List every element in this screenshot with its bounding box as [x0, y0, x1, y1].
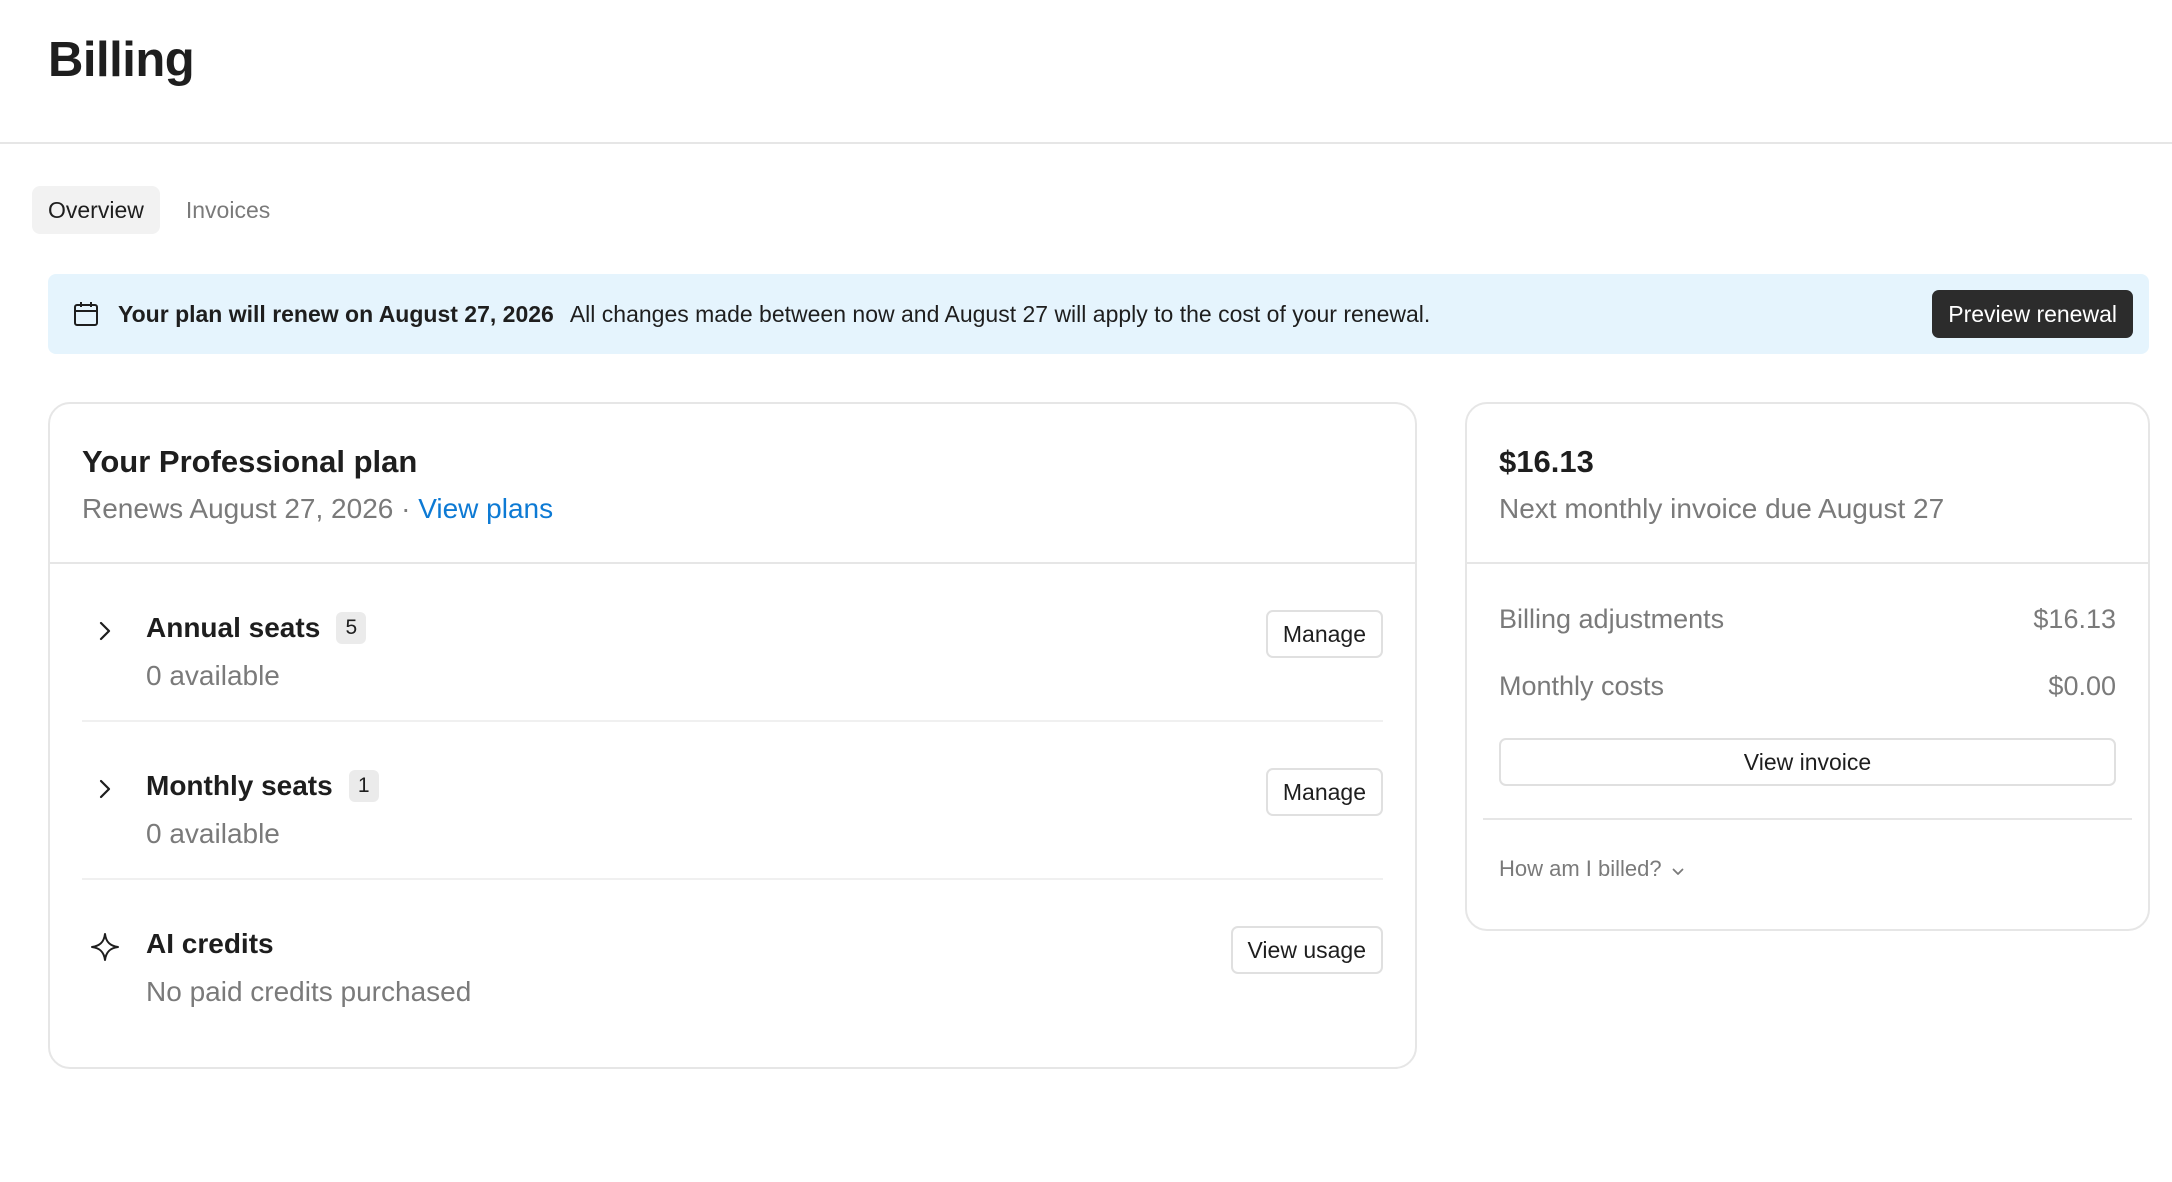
- manage-monthly-seats-button[interactable]: Manage: [1265, 768, 1383, 816]
- monthly-costs-line: Monthly costs $0.00: [1499, 671, 2116, 702]
- annual-seats-row: Annual seats 5 0 available Manage: [82, 564, 1383, 722]
- renewal-date-text: Your plan will renew on August 27, 2026: [118, 300, 554, 327]
- renewal-note: All changes made between now and August …: [569, 300, 1431, 327]
- annual-seats-title: Annual seats: [146, 612, 321, 643]
- ai-credits-status: No paid credits purchased: [146, 976, 472, 1007]
- calendar-icon: [72, 300, 100, 328]
- plan-card: Your Professional plan Renews August 27,…: [48, 402, 1417, 1069]
- how-am-i-billed-label: How am I billed?: [1499, 856, 1662, 881]
- billing-adjustments-line: Billing adjustments $16.13: [1499, 604, 2116, 635]
- chevron-right-icon[interactable]: [90, 616, 120, 646]
- tab-overview[interactable]: Overview: [32, 186, 160, 234]
- plan-card-header: Your Professional plan Renews August 27,…: [50, 404, 1415, 564]
- monthly-seats-count-badge: 1: [348, 770, 379, 802]
- invoice-due-text: Next monthly invoice due August 27: [1499, 493, 1945, 524]
- chevron-down-icon: [1672, 856, 1684, 882]
- monthly-costs-label: Monthly costs: [1499, 671, 1665, 701]
- monthly-costs-value: $0.00: [2048, 671, 2116, 701]
- renewal-banner: Your plan will renew on August 27, 2026 …: [48, 274, 2149, 354]
- annual-seats-available: 0 available: [146, 660, 280, 691]
- annual-seats-title-group: Annual seats 5: [146, 612, 367, 644]
- manage-annual-seats-button[interactable]: Manage: [1265, 610, 1383, 658]
- invoice-card: $16.13 Next monthly invoice due August 2…: [1465, 402, 2150, 931]
- invoice-breakdown: Billing adjustments $16.13 Monthly costs…: [1467, 604, 2148, 786]
- monthly-seats-title-group: Monthly seats 1: [146, 770, 379, 802]
- plan-title: Your Professional plan: [82, 444, 418, 479]
- tab-invoices[interactable]: Invoices: [170, 186, 286, 234]
- preview-renewal-button[interactable]: Preview renewal: [1932, 290, 2133, 338]
- invoice-amount: $16.13: [1499, 444, 1594, 479]
- plan-rows: Annual seats 5 0 available Manage Monthl…: [50, 564, 1415, 1038]
- billing-adjustments-label: Billing adjustments: [1499, 604, 1725, 634]
- ai-credits-title-group: AI credits: [146, 928, 274, 960]
- chevron-right-icon[interactable]: [90, 774, 120, 804]
- sparkle-icon: [90, 932, 120, 962]
- monthly-seats-title: Monthly seats: [146, 770, 333, 801]
- page-title: Billing: [48, 33, 195, 87]
- billing-adjustments-value: $16.13: [2033, 604, 2116, 634]
- plan-renewal-line: Renews August 27, 2026 · View plans: [82, 490, 1415, 528]
- page-header: Billing: [0, 0, 2172, 144]
- invoice-divider: [1483, 818, 2132, 820]
- ai-credits-title: AI credits: [146, 928, 274, 959]
- monthly-seats-available: 0 available: [146, 818, 280, 849]
- plan-renews-text: Renews August 27, 2026 ·: [82, 493, 419, 524]
- view-usage-button[interactable]: View usage: [1230, 926, 1383, 974]
- how-am-i-billed-toggle[interactable]: How am I billed?: [1499, 856, 1684, 882]
- annual-seats-count-badge: 5: [336, 612, 367, 644]
- ai-credits-row: AI credits No paid credits purchased Vie…: [82, 880, 1383, 1038]
- billing-tabs: Overview Invoices: [32, 186, 286, 234]
- monthly-seats-row: Monthly seats 1 0 available Manage: [82, 722, 1383, 880]
- view-plans-link[interactable]: View plans: [418, 493, 553, 524]
- invoice-card-header: $16.13 Next monthly invoice due August 2…: [1467, 404, 2148, 564]
- view-invoice-button[interactable]: View invoice: [1499, 738, 2116, 786]
